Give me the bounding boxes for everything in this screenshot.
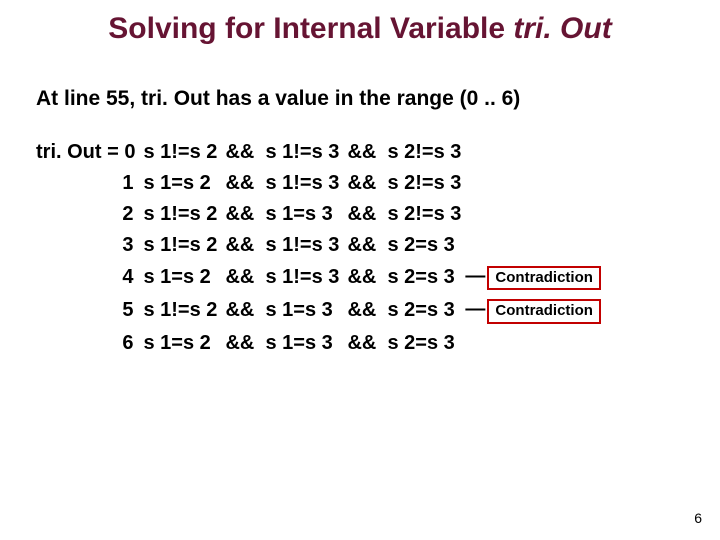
annotation-cell xyxy=(469,328,609,359)
row-label: tri. Out = 0 xyxy=(36,137,143,168)
op-2: && xyxy=(347,230,387,261)
row-label: 1 xyxy=(36,168,143,199)
cond-1: s 1!=s 2 xyxy=(143,230,225,261)
cond-3: s 2=s 3 xyxy=(387,230,469,261)
slide: Solving for Internal Variable tri. Out A… xyxy=(0,0,720,540)
annotation-cell xyxy=(469,199,609,230)
op-2: && xyxy=(347,168,387,199)
table-row: 6s 1=s 2&&s 1=s 3&&s 2=s 3 xyxy=(36,328,609,359)
cond-2: s 1=s 3 xyxy=(265,328,347,359)
cond-3: s 2!=s 3 xyxy=(387,137,469,168)
row-label: 3 xyxy=(36,230,143,261)
cond-3: s 2=s 3 xyxy=(387,261,469,295)
connector-icon: — xyxy=(465,298,485,321)
contradiction-badge: Contradiction xyxy=(487,266,601,291)
conditions-table-wrap: tri. Out = 0s 1!=s 2&&s 1!=s 3&&s 2!=s 3… xyxy=(36,137,684,359)
op-1: && xyxy=(225,294,265,328)
conditions-table: tri. Out = 0s 1!=s 2&&s 1!=s 3&&s 2!=s 3… xyxy=(36,137,609,359)
op-1: && xyxy=(225,328,265,359)
table-row: 4s 1=s 2&&s 1!=s 3&&s 2=s 3—Contradictio… xyxy=(36,261,609,295)
cond-1: s 1=s 2 xyxy=(143,328,225,359)
cond-1: s 1!=s 2 xyxy=(143,294,225,328)
op-1: && xyxy=(225,230,265,261)
op-2: && xyxy=(347,328,387,359)
cond-3: s 2=s 3 xyxy=(387,328,469,359)
annotation-cell xyxy=(469,230,609,261)
title-variable: tri. Out xyxy=(513,12,611,45)
cond-3: s 2=s 3 xyxy=(387,294,469,328)
table-row: tri. Out = 0s 1!=s 2&&s 1!=s 3&&s 2!=s 3 xyxy=(36,137,609,168)
annotation-cell: —Contradiction xyxy=(469,294,609,328)
table-row: 5s 1!=s 2&&s 1=s 3&&s 2=s 3—Contradictio… xyxy=(36,294,609,328)
annotation-cell xyxy=(469,137,609,168)
row-label: 4 xyxy=(36,261,143,295)
cond-1: s 1=s 2 xyxy=(143,261,225,295)
cond-1: s 1!=s 2 xyxy=(143,137,225,168)
op-1: && xyxy=(225,199,265,230)
cond-2: s 1=s 3 xyxy=(265,294,347,328)
connector-icon: — xyxy=(465,265,485,288)
cond-2: s 1!=s 3 xyxy=(265,137,347,168)
table-row: 3s 1!=s 2&&s 1!=s 3&&s 2=s 3 xyxy=(36,230,609,261)
slide-subtitle: At line 55, tri. Out has a value in the … xyxy=(36,87,684,111)
cond-2: s 1!=s 3 xyxy=(265,230,347,261)
op-2: && xyxy=(347,294,387,328)
op-2: && xyxy=(347,137,387,168)
cond-3: s 2!=s 3 xyxy=(387,199,469,230)
cond-2: s 1=s 3 xyxy=(265,199,347,230)
annotation-cell: —Contradiction xyxy=(469,261,609,295)
cond-2: s 1!=s 3 xyxy=(265,261,347,295)
op-1: && xyxy=(225,261,265,295)
op-1: && xyxy=(225,168,265,199)
contradiction-badge: Contradiction xyxy=(487,299,601,324)
slide-title: Solving for Internal Variable tri. Out xyxy=(36,12,684,47)
op-2: && xyxy=(347,199,387,230)
table-row: 1s 1=s 2&&s 1!=s 3&&s 2!=s 3 xyxy=(36,168,609,199)
op-2: && xyxy=(347,261,387,295)
cond-1: s 1!=s 2 xyxy=(143,199,225,230)
row-label: 6 xyxy=(36,328,143,359)
op-1: && xyxy=(225,137,265,168)
table-row: 2s 1!=s 2&&s 1=s 3&&s 2!=s 3 xyxy=(36,199,609,230)
cond-2: s 1!=s 3 xyxy=(265,168,347,199)
title-prefix: Solving for Internal Variable xyxy=(108,12,513,45)
cond-3: s 2!=s 3 xyxy=(387,168,469,199)
annotation-cell xyxy=(469,168,609,199)
cond-1: s 1=s 2 xyxy=(143,168,225,199)
page-number: 6 xyxy=(694,510,702,526)
row-label: 5 xyxy=(36,294,143,328)
row-label: 2 xyxy=(36,199,143,230)
